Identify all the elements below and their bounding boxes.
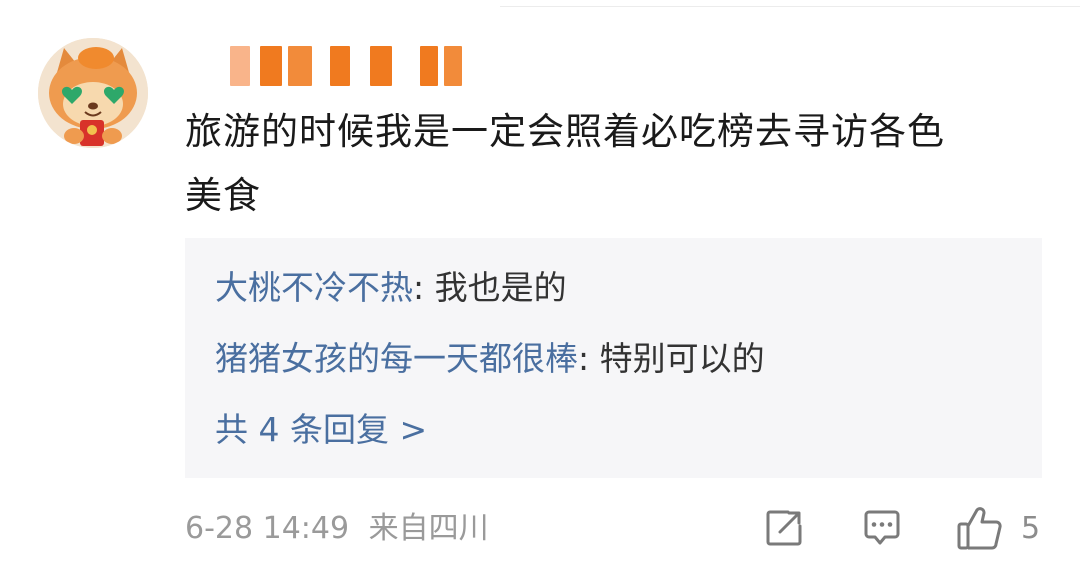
username-text	[230, 44, 231, 45]
like-button[interactable]: 5	[955, 503, 1040, 553]
reply-item[interactable]: 大桃不冷不热: 我也是的	[215, 266, 567, 310]
comment-button[interactable]	[860, 503, 904, 553]
reply-separator: :	[413, 268, 435, 307]
reply-author[interactable]: 大桃不冷不热	[215, 268, 413, 307]
view-all-replies-link[interactable]: 共 4 条回复 >	[215, 406, 427, 454]
repost-button[interactable]	[762, 503, 806, 553]
comment-location: 来自四川	[368, 511, 489, 546]
username-mosaic-block	[288, 46, 312, 86]
repost-icon	[766, 510, 802, 546]
user-avatar[interactable]	[38, 38, 148, 148]
comment-meta: 6-28 14:49 来自四川	[185, 505, 489, 553]
reply-item[interactable]: 猪猪女孩的每一天都很棒: 特别可以的	[215, 337, 765, 381]
top-divider	[500, 6, 1080, 7]
reply-text: 我也是的	[434, 268, 567, 307]
username-mosaic-block	[444, 46, 462, 86]
thumbs-up-icon	[957, 507, 1002, 550]
username-mosaic-block	[330, 46, 350, 86]
comment-text-line: 旅游的时候我是一定会照着必吃榜去寻访各色	[185, 110, 945, 153]
reply-author[interactable]: 猪猪女孩的每一天都很棒	[215, 339, 578, 378]
comment-timestamp: 6-28 14:49	[185, 511, 350, 546]
reply-separator: :	[578, 339, 600, 378]
username-mosaic-block	[230, 46, 250, 86]
username[interactable]	[230, 44, 462, 88]
username-mosaic-block	[420, 46, 438, 86]
comment-text-line: 美食	[185, 174, 261, 217]
comment-body: 旅游的时候我是一定会照着必吃榜去寻访各色 美食	[185, 100, 1035, 228]
username-mosaic-block	[370, 46, 392, 86]
like-count: 5	[1021, 510, 1041, 546]
avatar-illustration	[38, 38, 148, 148]
comment-icon	[864, 510, 900, 545]
username-mosaic-block	[260, 46, 282, 86]
reply-text: 特别可以的	[599, 339, 765, 378]
